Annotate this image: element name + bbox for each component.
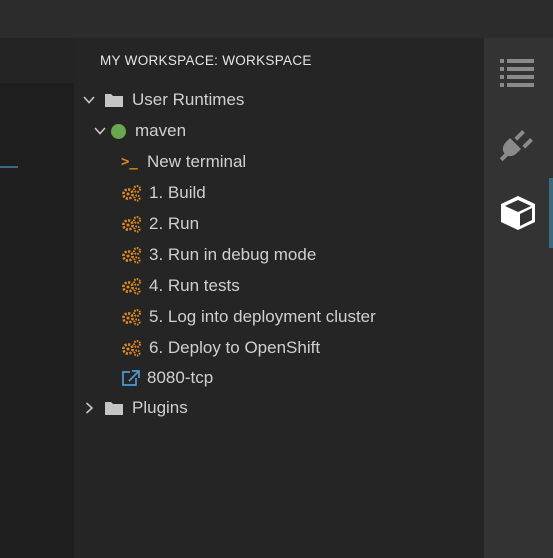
tree-item-user-runtimes[interactable]: User Runtimes — [82, 86, 244, 114]
tree-item-label: User Runtimes — [132, 90, 245, 109]
gears-icon — [122, 278, 141, 295]
tree-item-label: Plugins — [132, 398, 188, 417]
right-activity-bar — [484, 38, 553, 558]
command-build[interactable]: 1. Build — [121, 179, 206, 207]
tree-item-new-terminal[interactable]: >_ New terminal — [121, 148, 246, 176]
chevron-down-icon — [83, 96, 95, 104]
tree-item-plugins[interactable]: Plugins — [82, 394, 188, 422]
active-view-indicator — [549, 178, 553, 248]
command-run-debug[interactable]: 3. Run in debug mode — [121, 241, 316, 269]
tree-item-label: maven — [135, 121, 187, 140]
editor-area[interactable] — [0, 83, 74, 558]
command-label: 2. Run — [149, 214, 200, 233]
tree-item-maven[interactable]: maven — [93, 117, 186, 145]
running-status-icon — [111, 123, 126, 139]
folder-icon — [105, 94, 123, 107]
chevron-right-icon — [85, 402, 94, 414]
gears-icon — [122, 340, 141, 357]
gears-icon — [122, 216, 141, 233]
command-run[interactable]: 2. Run — [121, 210, 199, 238]
chevron-down-icon — [94, 127, 106, 135]
workspace-panel: MY WORKSPACE: WORKSPACE User Runtimes ma… — [74, 38, 484, 558]
external-link-icon — [122, 370, 140, 386]
editor-tab-strip — [0, 38, 74, 83]
cube-icon[interactable] — [498, 193, 538, 233]
outline-list-icon[interactable] — [498, 52, 538, 92]
command-label: 6. Deploy to OpenShift — [149, 338, 321, 357]
command-label: 3. Run in debug mode — [149, 245, 317, 264]
terminal-icon: >_ — [121, 154, 138, 170]
title-bar — [0, 0, 553, 38]
gears-icon — [122, 185, 141, 202]
tree-item-label: New terminal — [147, 152, 247, 171]
command-log-into-cluster[interactable]: 5. Log into deployment cluster — [121, 303, 376, 331]
tree-item-endpoint-8080[interactable]: 8080-tcp — [121, 364, 213, 392]
command-label: 1. Build — [149, 183, 206, 202]
command-run-tests[interactable]: 4. Run tests — [121, 272, 240, 300]
command-label: 5. Log into deployment cluster — [149, 307, 376, 326]
tree-item-label: 8080-tcp — [147, 368, 214, 387]
gears-icon — [122, 247, 141, 264]
folder-icon — [105, 402, 123, 415]
plug-icon[interactable] — [498, 124, 538, 164]
gears-icon — [122, 309, 141, 326]
editor-minimap-mark — [0, 166, 18, 168]
command-deploy-openshift[interactable]: 6. Deploy to OpenShift — [121, 334, 320, 362]
command-label: 4. Run tests — [149, 276, 240, 295]
panel-title: MY WORKSPACE: WORKSPACE — [100, 53, 312, 68]
